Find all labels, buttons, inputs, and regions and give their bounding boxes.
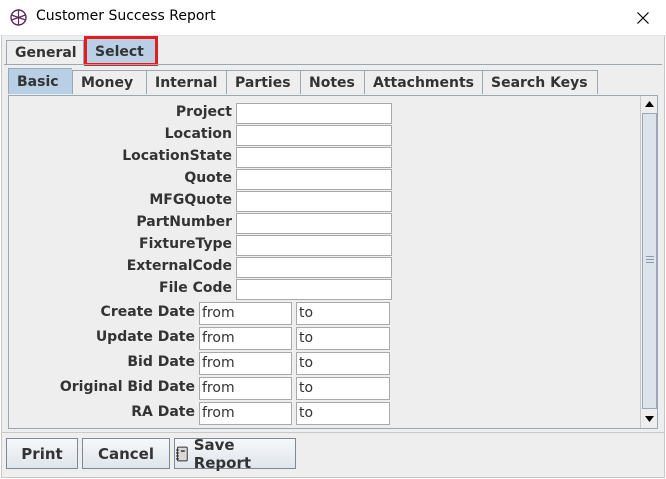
select-tab-panel: Basic Money Internal Parties Notes Attac… bbox=[4, 64, 662, 430]
dialog-body: General Select Basic Money Internal Part… bbox=[1, 36, 665, 478]
update-date-from-input[interactable]: from bbox=[199, 327, 292, 350]
app-logo-icon bbox=[10, 9, 27, 26]
location-state-input[interactable] bbox=[236, 147, 392, 168]
mfg-quote-label: MFGQuote bbox=[149, 192, 232, 208]
tab-label: Basic bbox=[17, 73, 59, 90]
save-report-button[interactable]: Save Report bbox=[174, 435, 296, 472]
notebook-icon bbox=[175, 446, 188, 461]
tab-parties[interactable]: Parties bbox=[226, 70, 300, 94]
bid-date-to-input[interactable]: to bbox=[296, 352, 390, 375]
update-date-label: Update Date bbox=[95, 329, 195, 345]
button-label: Save Report bbox=[193, 435, 252, 472]
window-title: Customer Success Report bbox=[36, 8, 216, 24]
outer-tab-strip: General Select bbox=[6, 36, 158, 66]
scroll-down-button[interactable] bbox=[642, 411, 657, 427]
tab-label: Notes bbox=[309, 74, 355, 91]
original-bid-date-from-input[interactable]: from bbox=[199, 377, 292, 400]
arrow-up-icon bbox=[645, 101, 654, 107]
create-date-label: Create Date bbox=[100, 304, 195, 320]
tab-select[interactable]: Select bbox=[84, 36, 158, 66]
close-icon bbox=[637, 12, 649, 24]
original-bid-date-label: Original Bid Date bbox=[59, 379, 195, 395]
quote-label: Quote bbox=[184, 170, 232, 186]
cancel-button[interactable]: Cancel bbox=[82, 438, 170, 469]
tab-internal[interactable]: Internal bbox=[146, 70, 226, 94]
tab-label: Search Keys bbox=[491, 74, 588, 91]
basic-criteria-panel: Project Location LocationState Quote MFG… bbox=[8, 95, 658, 429]
location-state-label: LocationState bbox=[122, 148, 232, 164]
project-input[interactable] bbox=[236, 103, 392, 124]
part-number-label: PartNumber bbox=[136, 214, 232, 230]
bid-date-label: Bid Date bbox=[127, 354, 195, 370]
close-button[interactable] bbox=[620, 0, 666, 36]
file-code-label: File Code bbox=[159, 280, 232, 296]
button-bar: Print Cancel Save Report bbox=[2, 432, 664, 476]
create-date-from-input[interactable]: from bbox=[199, 302, 292, 325]
location-input[interactable] bbox=[236, 125, 392, 146]
grip-line bbox=[646, 256, 654, 257]
fixture-type-input[interactable] bbox=[236, 235, 392, 256]
arrow-down-icon bbox=[645, 416, 654, 422]
scrollbar-thumb[interactable] bbox=[642, 113, 657, 409]
file-code-input[interactable] bbox=[236, 279, 392, 300]
print-button[interactable]: Print bbox=[6, 438, 78, 469]
tab-notes[interactable]: Notes bbox=[300, 70, 364, 94]
button-label: Cancel bbox=[97, 444, 154, 463]
update-date-to-input[interactable]: to bbox=[296, 327, 390, 350]
external-code-label: ExternalCode bbox=[126, 258, 232, 274]
tab-general[interactable]: General bbox=[6, 40, 84, 64]
title-bar: Customer Success Report bbox=[0, 0, 666, 36]
grip-line bbox=[646, 262, 654, 263]
bid-date-from-input[interactable]: from bbox=[199, 352, 292, 375]
location-label: Location bbox=[164, 126, 232, 142]
part-number-input[interactable] bbox=[236, 213, 392, 234]
create-date-to-input[interactable]: to bbox=[296, 302, 390, 325]
button-label: Print bbox=[21, 444, 63, 463]
external-code-input[interactable] bbox=[236, 257, 392, 278]
tab-label: Attachments bbox=[373, 74, 475, 91]
tab-label: Internal bbox=[155, 74, 218, 91]
project-label: Project bbox=[175, 104, 232, 120]
ra-date-label: RA Date bbox=[131, 404, 195, 420]
vertical-scrollbar[interactable] bbox=[640, 96, 657, 428]
tab-label: Select bbox=[95, 43, 144, 60]
ra-date-to-input[interactable]: to bbox=[296, 402, 390, 425]
tab-attachments[interactable]: Attachments bbox=[364, 70, 482, 94]
ra-date-from-input[interactable]: from bbox=[199, 402, 292, 425]
scroll-up-button[interactable] bbox=[642, 96, 657, 112]
tab-search-keys[interactable]: Search Keys bbox=[482, 70, 598, 94]
tab-label: Parties bbox=[235, 74, 291, 91]
tab-label: Money bbox=[81, 74, 134, 91]
quote-input[interactable] bbox=[236, 169, 392, 190]
inner-tab-strip: Basic Money Internal Parties Notes Attac… bbox=[8, 68, 598, 94]
tab-label: General bbox=[15, 44, 77, 61]
grip-line bbox=[646, 259, 654, 260]
original-bid-date-to-input[interactable]: to bbox=[296, 377, 390, 400]
tab-money[interactable]: Money bbox=[72, 70, 146, 94]
tab-basic[interactable]: Basic bbox=[8, 68, 72, 94]
mfg-quote-input[interactable] bbox=[236, 191, 392, 212]
fixture-type-label: FixtureType bbox=[139, 236, 232, 252]
